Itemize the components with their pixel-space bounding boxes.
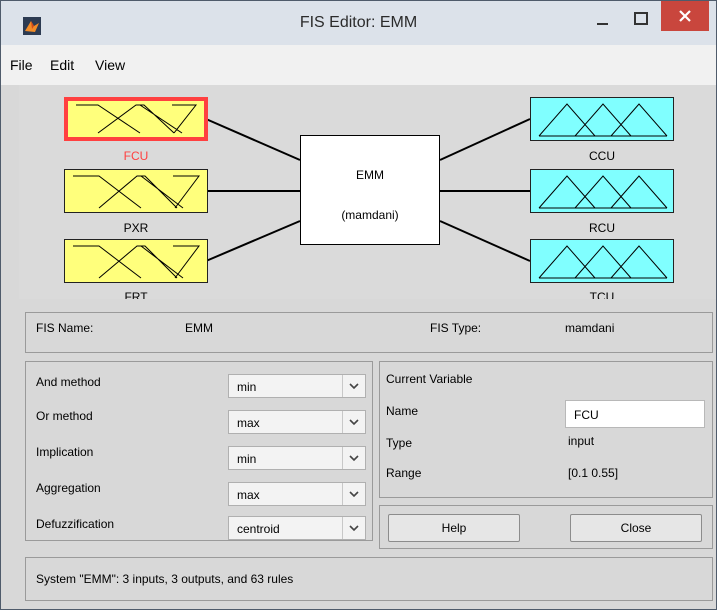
output-variable-tcu[interactable]: [530, 239, 674, 283]
input-mf-icon: [73, 175, 200, 209]
title-bar: FIS Editor: EMM: [1, 1, 716, 45]
chevron-down-icon: [342, 375, 359, 397]
or-method-label: Or method: [36, 409, 93, 423]
output-variable-rcu[interactable]: [530, 169, 674, 213]
implication-value: min: [237, 452, 257, 466]
variable-type-value: input: [568, 434, 595, 448]
output-label-tcu: TCU: [589, 290, 615, 299]
system-name: EMM: [356, 168, 384, 182]
methods-panel: And method min Or method max Implication…: [25, 361, 373, 541]
aggregation-value: max: [237, 488, 260, 502]
input-label-fcu: FCU: [123, 149, 149, 163]
fis-name-value: EMM: [185, 321, 213, 335]
and-method-label: And method: [36, 375, 101, 389]
status-message: System "EMM": 3 inputs, 3 outputs, and 6…: [36, 572, 294, 586]
fis-type-label: FIS Type:: [430, 321, 482, 335]
close-window-button[interactable]: [661, 1, 709, 31]
output-mf-icon: [538, 175, 668, 209]
implication-select[interactable]: min: [228, 446, 366, 470]
defuzzification-label: Defuzzification: [36, 517, 115, 531]
menu-bar: File Edit View: [1, 45, 716, 85]
help-button[interactable]: Help: [388, 514, 520, 542]
variable-range-value: [0.1 0.55]: [568, 466, 619, 480]
close-icon: [679, 10, 691, 22]
input-variable-fcu[interactable]: [64, 97, 208, 141]
and-method-value: min: [237, 380, 257, 394]
status-panel: System "EMM": 3 inputs, 3 outputs, and 6…: [25, 557, 713, 601]
close-button[interactable]: Close: [570, 514, 702, 542]
fis-editor-window: FIS Editor: EMM File Edit View FCU PXR F…: [0, 0, 717, 610]
output-label-ccu: CCU: [589, 149, 615, 163]
output-variable-ccu[interactable]: [530, 97, 674, 141]
fis-info-panel: FIS Name: EMM FIS Type: mamdani: [25, 312, 713, 353]
menu-file[interactable]: File: [10, 57, 33, 73]
menu-view[interactable]: View: [95, 57, 125, 73]
chevron-down-icon: [342, 411, 359, 433]
or-method-select[interactable]: max: [228, 410, 366, 434]
current-variable-panel: Current Variable Name FCU Type input Ran…: [379, 361, 713, 498]
aggregation-select[interactable]: max: [228, 482, 366, 506]
fis-diagram: FCU PXR FRT EMM (mamdani) CCU RCU TCU: [19, 85, 716, 299]
input-mf-icon: [76, 104, 198, 134]
maximize-icon: [634, 12, 648, 25]
system-box[interactable]: EMM (mamdani): [300, 135, 440, 245]
chevron-down-icon: [342, 447, 359, 469]
minimize-icon: [597, 23, 608, 25]
variable-name-label: Name: [386, 404, 419, 418]
input-variable-pxr[interactable]: [64, 169, 208, 213]
and-method-select[interactable]: min: [228, 374, 366, 398]
implication-label: Implication: [36, 445, 94, 459]
chevron-down-icon: [342, 483, 359, 505]
defuzzification-select[interactable]: centroid: [228, 516, 366, 540]
input-variable-frt[interactable]: [64, 239, 208, 283]
defuzzification-value: centroid: [237, 522, 280, 536]
variable-range-label: Range: [386, 466, 422, 480]
variable-type-label: Type: [386, 436, 413, 450]
output-label-rcu: RCU: [589, 221, 615, 235]
or-method-value: max: [237, 416, 260, 430]
fis-name-label: FIS Name:: [36, 321, 94, 335]
input-label-frt: FRT: [124, 290, 148, 299]
variable-name-input[interactable]: FCU: [565, 400, 705, 428]
system-type: (mamdani): [341, 208, 399, 222]
output-mf-icon: [538, 245, 668, 279]
input-label-pxr: PXR: [123, 221, 149, 235]
buttons-panel: Help Close: [379, 505, 713, 549]
maximize-button[interactable]: [625, 7, 657, 33]
chevron-down-icon: [342, 517, 359, 539]
menu-edit[interactable]: Edit: [50, 57, 74, 73]
variable-name-value: FCU: [574, 408, 599, 422]
fis-type-value: mamdani: [565, 321, 615, 335]
aggregation-label: Aggregation: [36, 481, 101, 495]
output-mf-icon: [538, 103, 668, 137]
current-variable-heading: Current Variable: [386, 372, 473, 386]
minimize-button[interactable]: [587, 7, 619, 33]
input-mf-icon: [73, 245, 200, 279]
